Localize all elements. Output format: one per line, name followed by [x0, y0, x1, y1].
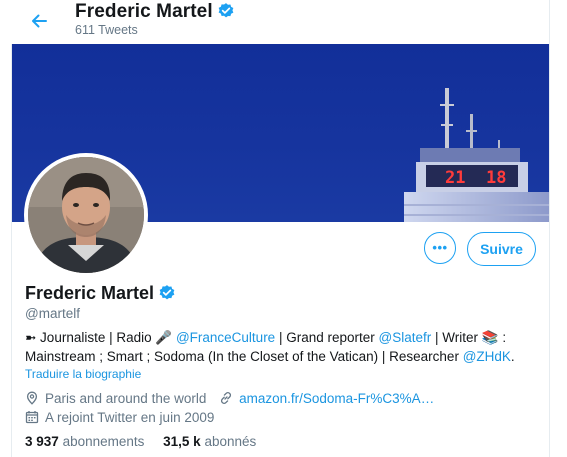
profile-bio: ➼ Journaliste | Radio 🎤 @FranceCulture |… [25, 328, 540, 366]
followers-stat[interactable]: 31,5 k abonnés [163, 434, 256, 449]
header-name: Frederic Martel [75, 1, 213, 22]
bio-text: | Grand reporter [275, 330, 379, 345]
profile-header: Frederic Martel 611 Tweets [0, 0, 549, 44]
location-pin-icon [26, 391, 38, 405]
follow-stats: 3 937 abonnements 31,5 k abonnés [25, 434, 256, 449]
bio-text: . [510, 349, 515, 364]
profile-avatar[interactable] [24, 153, 148, 277]
profile-meta-row: Paris and around the world amazon.fr/Sod… [25, 391, 434, 406]
joined-row: A rejoint Twitter en juin 2009 [25, 410, 214, 425]
column-border-right [549, 0, 550, 457]
profile-name: Frederic Martel [25, 283, 176, 304]
profile-name-text: Frederic Martel [25, 283, 155, 303]
follow-button[interactable]: Suivre [467, 232, 536, 266]
more-options-button[interactable]: ••• [424, 232, 456, 264]
arrow-left-icon [32, 14, 47, 28]
following-label: abonnements [62, 434, 145, 449]
calendar-icon [25, 411, 39, 424]
bio-text: ➼ Journaliste | Radio 🎤 [25, 330, 176, 345]
tweet-count: 611 Tweets [75, 23, 138, 37]
avatar-photo [28, 157, 144, 273]
link-icon [221, 392, 232, 404]
mention-zhdk[interactable]: @ZHdK [463, 349, 511, 364]
following-count: 3 937 [25, 434, 59, 449]
verified-badge-icon [159, 285, 175, 300]
followers-count: 31,5 k [163, 434, 201, 449]
clock-hours: 21 [445, 168, 465, 188]
translate-bio-link[interactable]: Traduire la biographie [25, 367, 141, 381]
mention-slatefr[interactable]: @Slatefr [379, 330, 432, 345]
following-stat[interactable]: 3 937 abonnements [25, 434, 144, 449]
clock-minutes: 18 [486, 168, 506, 188]
joined-text: A rejoint Twitter en juin 2009 [45, 410, 215, 425]
mention-franceculture[interactable]: @FranceCulture [176, 330, 275, 345]
followers-label: abonnés [204, 434, 257, 449]
header-title: Frederic Martel [75, 1, 235, 23]
back-button[interactable] [24, 6, 54, 36]
verified-badge-icon [218, 3, 234, 18]
website-link[interactable]: amazon.fr/Sodoma-Fr%C3%A… [239, 391, 434, 406]
more-dots-icon: ••• [432, 240, 448, 255]
profile-handle: @martelf [25, 306, 80, 321]
location-text: Paris and around the world [45, 391, 207, 406]
